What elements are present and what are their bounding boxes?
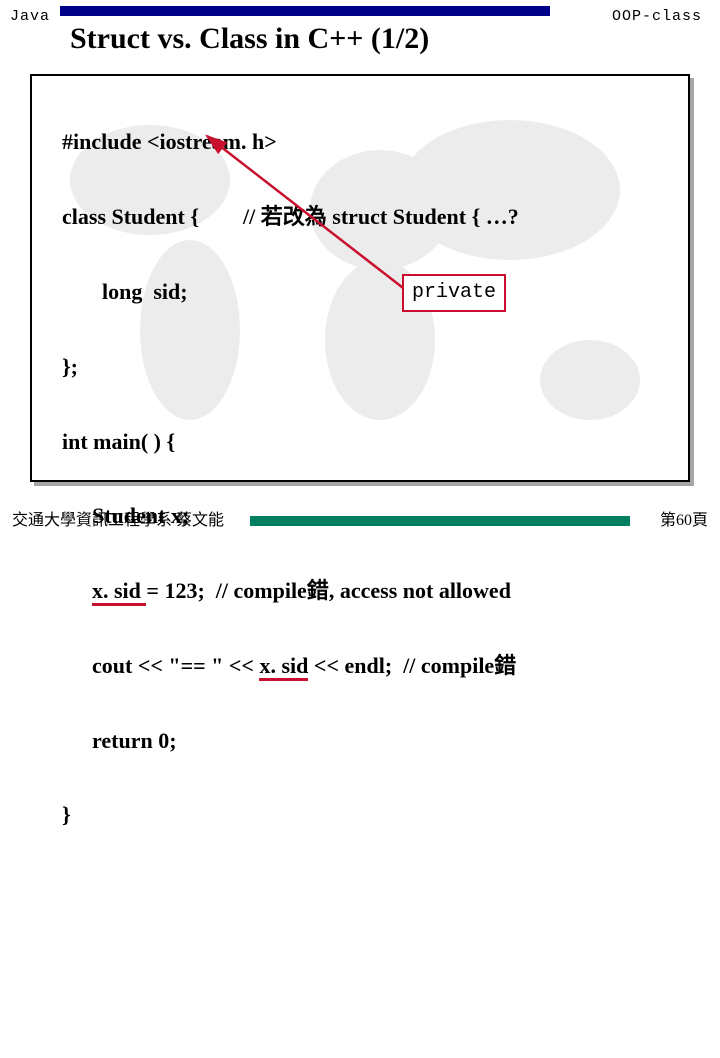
code-line: Student x; xyxy=(62,497,672,534)
code-line: } xyxy=(62,796,672,833)
header-bar xyxy=(60,6,550,16)
code-line: int main( ) { xyxy=(62,423,672,460)
code-line: }; xyxy=(62,348,672,385)
slide-header: Java OOP-class Struct vs. Class in C++ (… xyxy=(0,0,720,64)
code-line: cout << "== " << x. sid << endl; // comp… xyxy=(62,647,672,684)
header-left-label: Java xyxy=(10,8,50,25)
private-annotation: private xyxy=(402,274,506,312)
code-block: #include <iostream. h> class Student { /… xyxy=(62,86,672,1058)
code-line: class Student { // 若改為 struct Student { … xyxy=(62,198,672,235)
code-line: x. sid = 123; // compile錯, access not al… xyxy=(62,572,672,609)
code-line: return 0; xyxy=(62,722,672,759)
content-frame: #include <iostream. h> class Student { /… xyxy=(30,74,690,482)
slide-title: Struct vs. Class in C++ (1/2) xyxy=(70,22,429,56)
code-line: long sid; xyxy=(62,273,672,310)
header-right-label: OOP-class xyxy=(612,8,702,25)
code-line: #include <iostream. h> xyxy=(62,123,672,160)
